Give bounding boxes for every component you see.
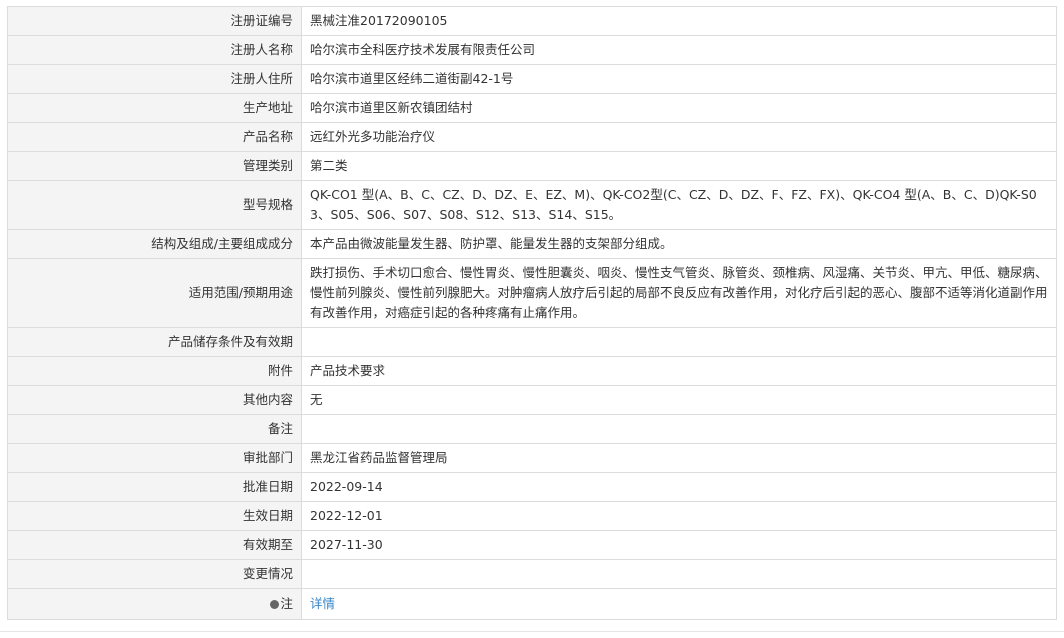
- storage-validity-value: [301, 327, 1057, 357]
- model-spec-value: QK-CO1 型(A、B、C、CZ、D、DZ、E、EZ、M)、QK-CO2型(C…: [301, 180, 1057, 230]
- row-label: 其他内容: [7, 385, 302, 415]
- row-label: 有效期至: [7, 530, 302, 560]
- effective-date-value: 2022-12-01: [301, 501, 1057, 531]
- row-label: 生效日期: [7, 501, 302, 531]
- row-label: 适用范围/预期用途: [7, 258, 302, 328]
- table-row: 备注: [7, 414, 1057, 444]
- note-label-cell: 注: [7, 588, 302, 620]
- intended-use-value: 跌打损伤、手术切口愈合、慢性胃炎、慢性胆囊炎、咽炎、慢性支气管炎、脉管炎、颈椎病…: [301, 258, 1057, 328]
- management-class-value: 第二类: [301, 151, 1057, 181]
- valid-until-value: 2027-11-30: [301, 530, 1057, 560]
- row-label: 注册人住所: [7, 64, 302, 94]
- table-row: 适用范围/预期用途 跌打损伤、手术切口愈合、慢性胃炎、慢性胆囊炎、咽炎、慢性支气…: [7, 258, 1057, 328]
- registrant-address-value: 哈尔滨市道里区经纬二道街副42-1号: [301, 64, 1057, 94]
- row-label: 附件: [7, 356, 302, 386]
- registration-detail-table: 注册证编号 黑械注准20172090105 注册人名称 哈尔滨市全科医疗技术发展…: [7, 6, 1057, 620]
- bottom-divider: [0, 631, 1064, 632]
- row-label: 审批部门: [7, 443, 302, 473]
- structure-composition-value: 本产品由微波能量发生器、防护罩、能量发生器的支架部分组成。: [301, 229, 1057, 259]
- row-label: 备注: [7, 414, 302, 444]
- row-label: 结构及组成/主要组成成分: [7, 229, 302, 259]
- table-row: 审批部门 黑龙江省药品监督管理局: [7, 443, 1057, 473]
- table-row: 附件 产品技术要求: [7, 356, 1057, 386]
- table-row: 生效日期 2022-12-01: [7, 501, 1057, 531]
- note-row: 注 详情: [7, 588, 1057, 620]
- row-label: 管理类别: [7, 151, 302, 181]
- table-row: 结构及组成/主要组成成分 本产品由微波能量发生器、防护罩、能量发生器的支架部分组…: [7, 229, 1057, 259]
- table-row: 变更情况: [7, 559, 1057, 589]
- table-row: 注册人住所 哈尔滨市道里区经纬二道街副42-1号: [7, 64, 1057, 94]
- table-row: 注册证编号 黑械注准20172090105: [7, 6, 1057, 36]
- table-row: 产品名称 远红外光多功能治疗仪: [7, 122, 1057, 152]
- other-content-value: 无: [301, 385, 1057, 415]
- table-row: 生产地址 哈尔滨市道里区新农镇团结村: [7, 93, 1057, 123]
- table-row: 其他内容 无: [7, 385, 1057, 415]
- table-row: 批准日期 2022-09-14: [7, 472, 1057, 502]
- row-label: 型号规格: [7, 180, 302, 230]
- note-value-cell: 详情: [301, 588, 1057, 620]
- row-label: 批准日期: [7, 472, 302, 502]
- row-label: 产品储存条件及有效期: [7, 327, 302, 357]
- details-link[interactable]: 详情: [310, 596, 335, 611]
- change-info-value: [301, 559, 1057, 589]
- registration-detail-panel: 注册证编号 黑械注准20172090105 注册人名称 哈尔滨市全科医疗技术发展…: [7, 6, 1057, 620]
- row-label: 注册人名称: [7, 35, 302, 65]
- note-label: 注: [280, 596, 293, 611]
- approval-department-value: 黑龙江省药品监督管理局: [301, 443, 1057, 473]
- table-row: 有效期至 2027-11-30: [7, 530, 1057, 560]
- table-row: 管理类别 第二类: [7, 151, 1057, 181]
- info-icon: [270, 600, 280, 609]
- remarks-value: [301, 414, 1057, 444]
- row-label: 生产地址: [7, 93, 302, 123]
- table-row: 产品储存条件及有效期: [7, 327, 1057, 357]
- product-name-value: 远红外光多功能治疗仪: [301, 122, 1057, 152]
- table-row: 型号规格 QK-CO1 型(A、B、C、CZ、D、DZ、E、EZ、M)、QK-C…: [7, 180, 1057, 230]
- production-address-value: 哈尔滨市道里区新农镇团结村: [301, 93, 1057, 123]
- row-label: 变更情况: [7, 559, 302, 589]
- registration-number-value: 黑械注准20172090105: [301, 6, 1057, 36]
- approval-date-value: 2022-09-14: [301, 472, 1057, 502]
- row-label: 注册证编号: [7, 6, 302, 36]
- registrant-name-value: 哈尔滨市全科医疗技术发展有限责任公司: [301, 35, 1057, 65]
- table-row: 注册人名称 哈尔滨市全科医疗技术发展有限责任公司: [7, 35, 1057, 65]
- attachment-value: 产品技术要求: [301, 356, 1057, 386]
- row-label: 产品名称: [7, 122, 302, 152]
